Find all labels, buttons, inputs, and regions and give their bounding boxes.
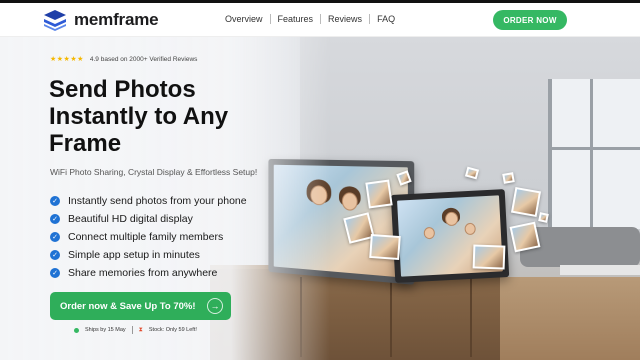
rating-text: 4.9 based on 2000+ Verified Reviews [89, 55, 198, 63]
cabinet-seam [470, 277, 472, 357]
check-circle-icon: ✓ [50, 250, 60, 260]
brand-logo[interactable]: memframe [42, 7, 159, 33]
nav-link-features[interactable]: Features [271, 14, 321, 24]
floating-photo [472, 244, 506, 270]
site-header: memframe Overview Features Reviews FAQ O… [0, 3, 640, 37]
check-circle-icon: ✓ [50, 232, 60, 242]
feature-label: Connect multiple family members [68, 231, 224, 243]
floating-photo [369, 233, 401, 261]
floating-photo [509, 221, 541, 253]
check-circle-icon: ✓ [50, 268, 60, 278]
status-dot-icon [74, 327, 79, 333]
feature-list: ✓ Instantly send photos from your phone … [50, 192, 247, 282]
check-circle-icon: ✓ [50, 214, 60, 224]
main-nav: Overview Features Reviews FAQ [218, 14, 402, 24]
nav-link-overview[interactable]: Overview [218, 14, 270, 24]
feature-item: ✓ Connect multiple family members [50, 228, 247, 246]
background-table [560, 265, 640, 275]
feature-label: Beautiful HD digital display [68, 213, 193, 225]
photo-face [464, 222, 476, 236]
brand-name: memframe [74, 10, 159, 29]
arrow-right-icon: → [207, 298, 223, 314]
stock-text: Stock: Only 59 Left! [148, 327, 197, 333]
feature-label: Share memories from anywhere [68, 267, 218, 279]
background-window [548, 79, 640, 229]
hero-subtitle: WiFi Photo Sharing, Crystal Display & Ef… [50, 167, 258, 177]
ship-divider [131, 326, 133, 334]
check-circle-icon: ✓ [50, 196, 60, 206]
nav-link-faq[interactable]: FAQ [370, 14, 402, 24]
order-save-button[interactable]: Order now & Save Up To 70%! → [50, 292, 231, 320]
floating-photo [510, 186, 542, 218]
photo-face [444, 211, 459, 227]
order-button-label: Order now & Save Up To 70%! [60, 300, 196, 312]
nav-link-reviews[interactable]: Reviews [321, 14, 369, 24]
window-mullion [548, 147, 640, 150]
feature-item: ✓ Beautiful HD digital display [50, 210, 247, 228]
feature-label: Instantly send photos from your phone [68, 195, 247, 207]
shipping-info: Ships by 15 May ⧗ Stock: Only 59 Left! [74, 326, 197, 334]
floating-photo [365, 179, 393, 209]
photo-face [423, 226, 436, 240]
feature-label: Simple app setup in minutes [68, 249, 200, 261]
hourglass-icon: ⧗ [138, 326, 143, 333]
ship-date-text: Ships by 15 May [85, 327, 126, 333]
window-mullion [590, 79, 593, 229]
floating-photo [502, 172, 515, 184]
feature-item: ✓ Simple app setup in minutes [50, 246, 247, 264]
star-rating-icon: ★★★★★ [50, 56, 84, 63]
rating-summary: ★★★★★ 4.9 based on 2000+ Verified Review… [50, 55, 198, 64]
floating-photo [538, 212, 549, 223]
photo-face [341, 192, 358, 211]
layered-squares-icon [44, 10, 66, 31]
feature-item: ✓ Share memories from anywhere [50, 264, 247, 282]
cabinet-seam [390, 277, 392, 357]
order-now-button[interactable]: ORDER NOW [493, 10, 567, 30]
feature-item: ✓ Instantly send photos from your phone [50, 192, 247, 210]
hero-headline: Send Photos Instantly to Any Frame [49, 76, 229, 157]
